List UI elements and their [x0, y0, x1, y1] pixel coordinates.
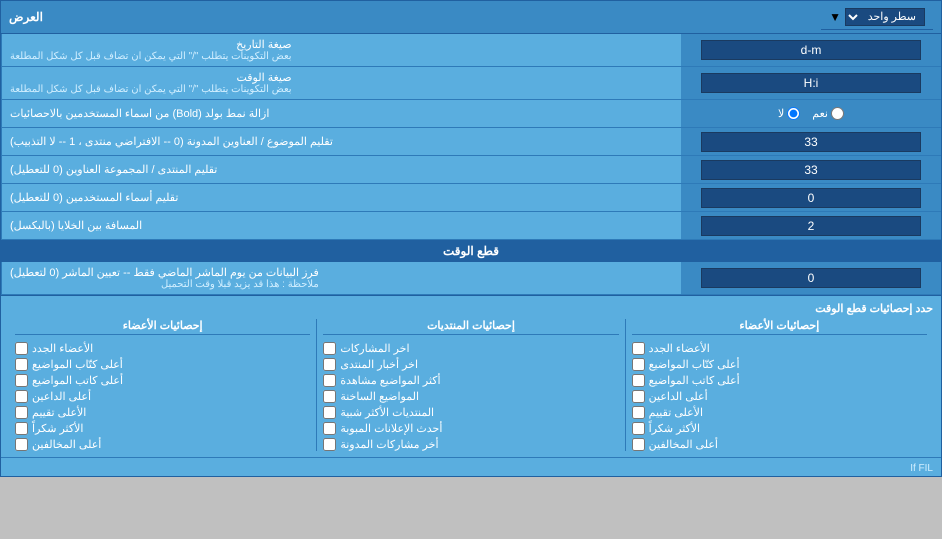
select-arrow-icon: ▼	[829, 10, 841, 24]
checkbox-col3-0[interactable]	[632, 342, 645, 355]
checkboxes-header: حدد إحصائيات قطع الوقت	[9, 302, 933, 315]
cell-spacing-input-cell	[681, 212, 941, 239]
list-item: أكثر المواضيع مشاهدة	[323, 374, 618, 387]
list-item: الأعلى تقييم	[15, 406, 310, 419]
checkbox-col2-1[interactable]	[323, 358, 336, 371]
list-item: أعلى كتّاب المواضيع	[15, 358, 310, 371]
checkbox-col3-5[interactable]	[632, 422, 645, 435]
cutoff-days-input[interactable]	[701, 268, 921, 288]
checkbox-col-2: إحصائيات المنتديات اخر المشاركات اخر أخب…	[316, 319, 624, 451]
list-item: أعلى الداعين	[15, 390, 310, 403]
time-format-input-cell	[681, 67, 941, 99]
users-order-row: تقليم أسماء المستخدمين (0 للتعطيل)	[1, 184, 941, 212]
cell-spacing-input[interactable]	[701, 216, 921, 236]
checkbox-col1-5[interactable]	[15, 422, 28, 435]
bold-remove-label: ازالة نمط بولد (Bold) من اسماء المستخدمي…	[1, 100, 681, 127]
radio-no-label[interactable]: لا	[778, 107, 800, 120]
checkbox-col3-1[interactable]	[632, 358, 645, 371]
list-item: أعلى المخالفين	[632, 438, 927, 451]
checkbox-columns: إحصائيات الأعضاء الأعضاء الجدد أعلى كتّا…	[9, 319, 933, 451]
checkbox-col1-6[interactable]	[15, 438, 28, 451]
checkbox-col3-6[interactable]	[632, 438, 645, 451]
checkbox-col2-5[interactable]	[323, 422, 336, 435]
users-order-label: تقليم أسماء المستخدمين (0 للتعطيل)	[1, 184, 681, 211]
header-title: العرض	[9, 4, 43, 30]
cutoff-days-row: فرز البيانات من يوم الماشر الماضي فقط --…	[1, 262, 941, 295]
cutoff-days-label: فرز البيانات من يوم الماشر الماضي فقط --…	[1, 262, 681, 294]
bottom-note: If FIL	[1, 457, 941, 476]
checkboxes-area: حدد إحصائيات قطع الوقت إحصائيات الأعضاء …	[1, 295, 941, 457]
list-item: أعلى المخالفين	[15, 438, 310, 451]
radio-no[interactable]	[787, 107, 800, 120]
checkbox-col2-3[interactable]	[323, 390, 336, 403]
checkbox-col1-4[interactable]	[15, 406, 28, 419]
checkbox-col3-3[interactable]	[632, 390, 645, 403]
list-item: الأعلى تقييم	[632, 406, 927, 419]
list-item: أخر مشاركات المدونة	[323, 438, 618, 451]
time-format-row: صيغة الوقت بعض التكوينات يتطلب "/" التي …	[1, 67, 941, 100]
forum-order-row: تقليم المنتدى / المجموعة العناوين (0 للت…	[1, 156, 941, 184]
checkbox-col1-1[interactable]	[15, 358, 28, 371]
subject-order-label: تقليم الموضوع / العناوين المدونة (0 -- ا…	[1, 128, 681, 155]
subject-order-input-cell	[681, 128, 941, 155]
list-item: اخر أخبار المنتدى	[323, 358, 618, 371]
select-wrapper[interactable]: سطر واحدسطرينثلاثة أسطر ▼	[821, 4, 933, 30]
radio-yes-label[interactable]: نعم	[812, 107, 844, 120]
list-item: أحدث الإعلانات المبوبة	[323, 422, 618, 435]
cell-spacing-row: المسافة بين الخلايا (بالبكسل)	[1, 212, 941, 240]
radio-yes[interactable]	[831, 107, 844, 120]
checkbox-col1-0[interactable]	[15, 342, 28, 355]
date-format-input[interactable]	[701, 40, 921, 60]
users-order-input-cell	[681, 184, 941, 211]
list-item: اخر المشاركات	[323, 342, 618, 355]
display-select[interactable]: سطر واحدسطرينثلاثة أسطر	[845, 8, 925, 26]
list-item: أعلى كاتب المواضيع	[15, 374, 310, 387]
checkbox-col2-6[interactable]	[323, 438, 336, 451]
date-format-input-cell	[681, 34, 941, 66]
checkbox-col2-0[interactable]	[323, 342, 336, 355]
cutoff-section-header: قطع الوقت	[1, 240, 941, 262]
forum-order-input[interactable]	[701, 160, 921, 180]
users-order-input[interactable]	[701, 188, 921, 208]
cutoff-days-input-cell	[681, 262, 941, 294]
list-item: الأعضاء الجدد	[15, 342, 310, 355]
subject-order-row: تقليم الموضوع / العناوين المدونة (0 -- ا…	[1, 128, 941, 156]
list-item: المواضيع الساخنة	[323, 390, 618, 403]
checkbox-col-1: إحصائيات الأعضاء الأعضاء الجدد أعلى كتّا…	[9, 319, 316, 451]
header-row: سطر واحدسطرينثلاثة أسطر ▼ العرض	[1, 1, 941, 34]
date-format-label: صيغة التاريخ بعض التكوينات يتطلب "/" الت…	[1, 34, 681, 66]
list-item: أعلى كاتب المواضيع	[632, 374, 927, 387]
checkbox-col-3: إحصائيات الأعضاء الأعضاء الجدد أعلى كتّا…	[625, 319, 933, 451]
list-item: الأكثر شكراً	[632, 422, 927, 435]
list-item: أعلى الداعين	[632, 390, 927, 403]
date-format-row: صيغة التاريخ بعض التكوينات يتطلب "/" الت…	[1, 34, 941, 67]
checkbox-col3-4[interactable]	[632, 406, 645, 419]
checkbox-col1-3[interactable]	[15, 390, 28, 403]
checkbox-col1-2[interactable]	[15, 374, 28, 387]
list-item: الأكثر شكراً	[15, 422, 310, 435]
main-container: سطر واحدسطرينثلاثة أسطر ▼ العرض صيغة الت…	[0, 0, 942, 477]
list-item: الأعضاء الجدد	[632, 342, 927, 355]
bold-remove-radio-cell: نعم لا	[681, 100, 941, 127]
subject-order-input[interactable]	[701, 132, 921, 152]
forum-order-label: تقليم المنتدى / المجموعة العناوين (0 للت…	[1, 156, 681, 183]
checkbox-col2-4[interactable]	[323, 406, 336, 419]
list-item: أعلى كتّاب المواضيع	[632, 358, 927, 371]
time-format-input[interactable]	[701, 73, 921, 93]
cell-spacing-label: المسافة بين الخلايا (بالبكسل)	[1, 212, 681, 239]
checkbox-col2-2[interactable]	[323, 374, 336, 387]
forum-order-input-cell	[681, 156, 941, 183]
checkbox-col3-2[interactable]	[632, 374, 645, 387]
bold-remove-row: نعم لا ازالة نمط بولد (Bold) من اسماء ال…	[1, 100, 941, 128]
time-format-label: صيغة الوقت بعض التكوينات يتطلب "/" التي …	[1, 67, 681, 99]
list-item: المنتديات الأكثر شبية	[323, 406, 618, 419]
